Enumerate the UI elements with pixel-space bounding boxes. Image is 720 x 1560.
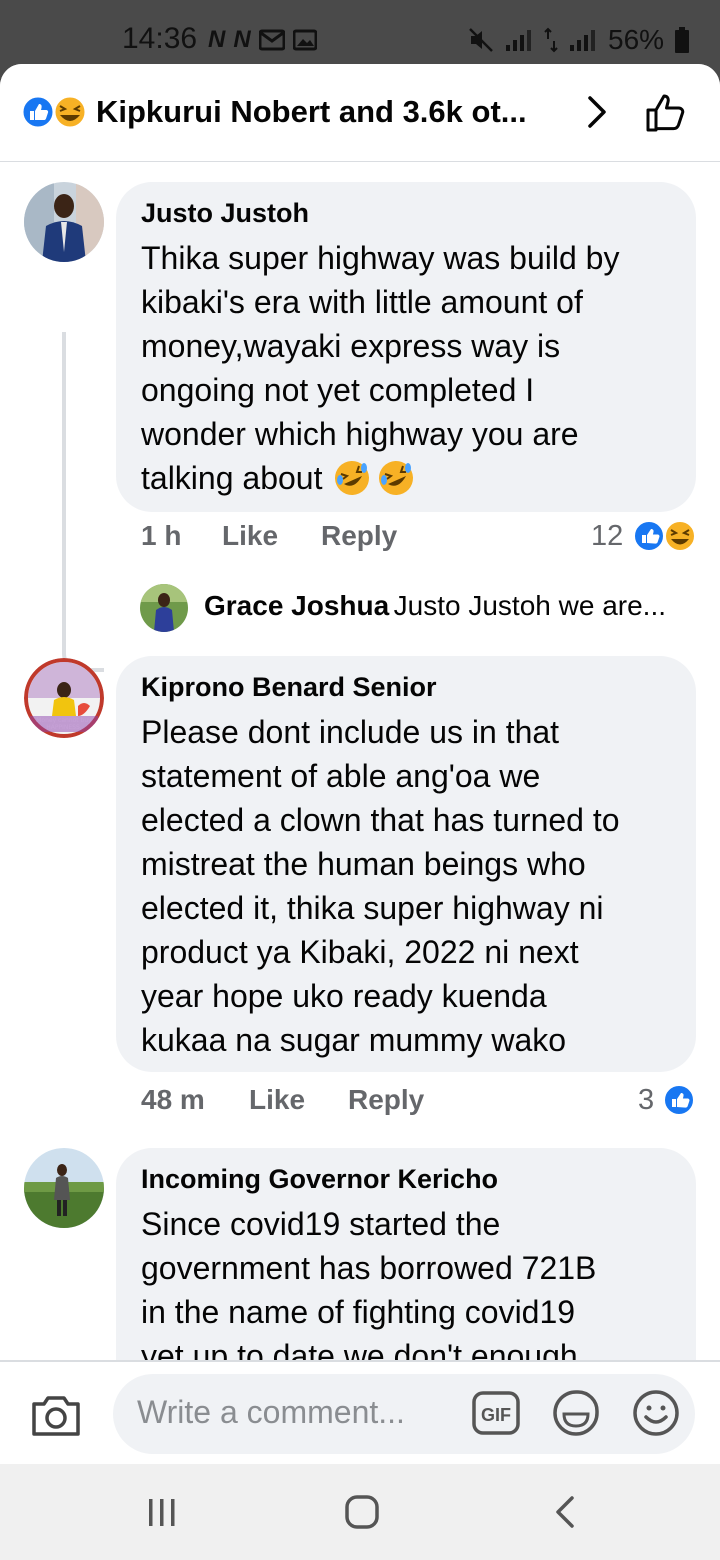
reply-button[interactable]: Reply [348,1084,424,1116]
reactions-summary-icon[interactable] [20,94,90,130]
reaction-count[interactable]: 3 [638,1084,654,1117]
status-time: 14:36 [122,22,198,55]
reaction-count[interactable]: 12 [591,520,623,553]
comment-time: 1 h [141,520,182,551]
like-button[interactable]: Like [249,1084,305,1116]
comment-line: Please dont include us in that [141,714,560,750]
comment-line: talking about [141,456,619,500]
emoji-icon[interactable] [631,1388,681,1438]
reactions-icon[interactable] [632,518,698,554]
reactions-header[interactable]: Kipkurui Nobert and 3.6k ot... [0,64,720,162]
rofl-emoji-icon [335,461,370,495]
comment-line: wonder which highway you are [141,416,579,452]
reply-text: Justo Justoh we are... [393,590,667,621]
comment-input[interactable]: Write a comment... GIF [113,1374,695,1454]
reactions-title[interactable]: Kipkurui Nobert and 3.6k ot... [96,94,527,130]
comment-line: in the name of fighting covid19 [141,1294,576,1330]
notification-icons: N N [208,26,317,54]
comment-line: mistreat the human beings who [141,846,586,882]
comment-line: kukaa na sugar mummy wako [141,1022,567,1058]
comment-line: statement of able ang'oa we [141,758,541,794]
comment-line: year hope uko ready kuenda [141,978,547,1014]
home-icon[interactable] [344,1494,380,1530]
gif-icon[interactable]: GIF [471,1390,521,1436]
comment-line: yet up to date we don't enough [141,1338,578,1360]
comment-author[interactable]: Justo Justoh [141,198,309,229]
image-icon [292,29,317,51]
comment-line: elected a clown that has turned to [141,802,620,838]
battery-icon [675,27,690,53]
app-n-icon: N [208,26,226,53]
comment-line: Since covid19 started the [141,1206,501,1242]
sticker-icon[interactable] [551,1388,601,1438]
system-nav-bar [0,1464,720,1560]
chevron-right-icon[interactable] [584,94,610,130]
mail-icon [258,29,285,51]
camera-icon[interactable] [30,1390,82,1438]
like-reaction-icon[interactable] [662,1082,696,1118]
comment-line: elected it, thika super highway ni [141,890,604,926]
like-button[interactable]: Like [222,520,278,552]
comment-text: Since covid19 started the government has… [141,1202,596,1360]
comment-placeholder[interactable]: Write a comment... [137,1394,405,1431]
app-n-icon: N [233,26,251,53]
reply-author[interactable]: Grace Joshua [204,590,389,621]
comment-text: Please dont include us in that statement… [141,710,620,1062]
rofl-emoji-icon [379,461,414,495]
comment-line: kibaki's era with little amount of [141,284,583,320]
comment-composer: Write a comment... GIF [0,1360,720,1464]
like-outline-icon[interactable] [644,90,690,134]
signal-icon [506,30,531,51]
system-icons: 56% [468,24,690,56]
signal-icon [570,30,595,51]
avatar[interactable] [24,182,104,262]
comment-author[interactable]: Kiprono Benard Senior [141,672,437,703]
comment-text: Thika super highway was build by kibaki'… [141,236,619,500]
mute-icon [469,28,493,52]
reply-preview[interactable]: Grace Joshua Justo Justoh we are... [204,590,666,622]
comment-line: government has borrowed 721B [141,1250,597,1286]
comment-line: ongoing not yet completed I [141,372,535,408]
comment-line: money,wayaki express way is [141,328,561,364]
comment-time: 48 m [141,1084,205,1115]
recents-icon[interactable] [146,1496,178,1528]
avatar[interactable]: Money cannot buy HAPPINESS. [24,658,104,738]
data-arrows-icon [544,27,558,53]
thread-connector [62,332,104,672]
comments-list: Justo Justoh Thika super highway was bui… [0,162,720,1360]
status-bar: 14:36 N N 56% [0,0,720,64]
comment-author[interactable]: Incoming Governor Kericho [141,1164,498,1195]
avatar[interactable] [24,1148,104,1228]
avatar[interactable] [140,584,188,632]
comments-sheet: Kipkurui Nobert and 3.6k ot... Justo Jus… [0,64,720,1464]
comment-line-text: talking about [141,460,323,496]
gif-label: GIF [481,1405,511,1425]
comment-line: product ya Kibaki, 2022 ni next [141,934,579,970]
battery-percent: 56% [608,24,665,55]
reply-button[interactable]: Reply [321,520,397,552]
back-icon[interactable] [552,1494,578,1530]
comment-line: Thika super highway was build by [141,240,620,276]
